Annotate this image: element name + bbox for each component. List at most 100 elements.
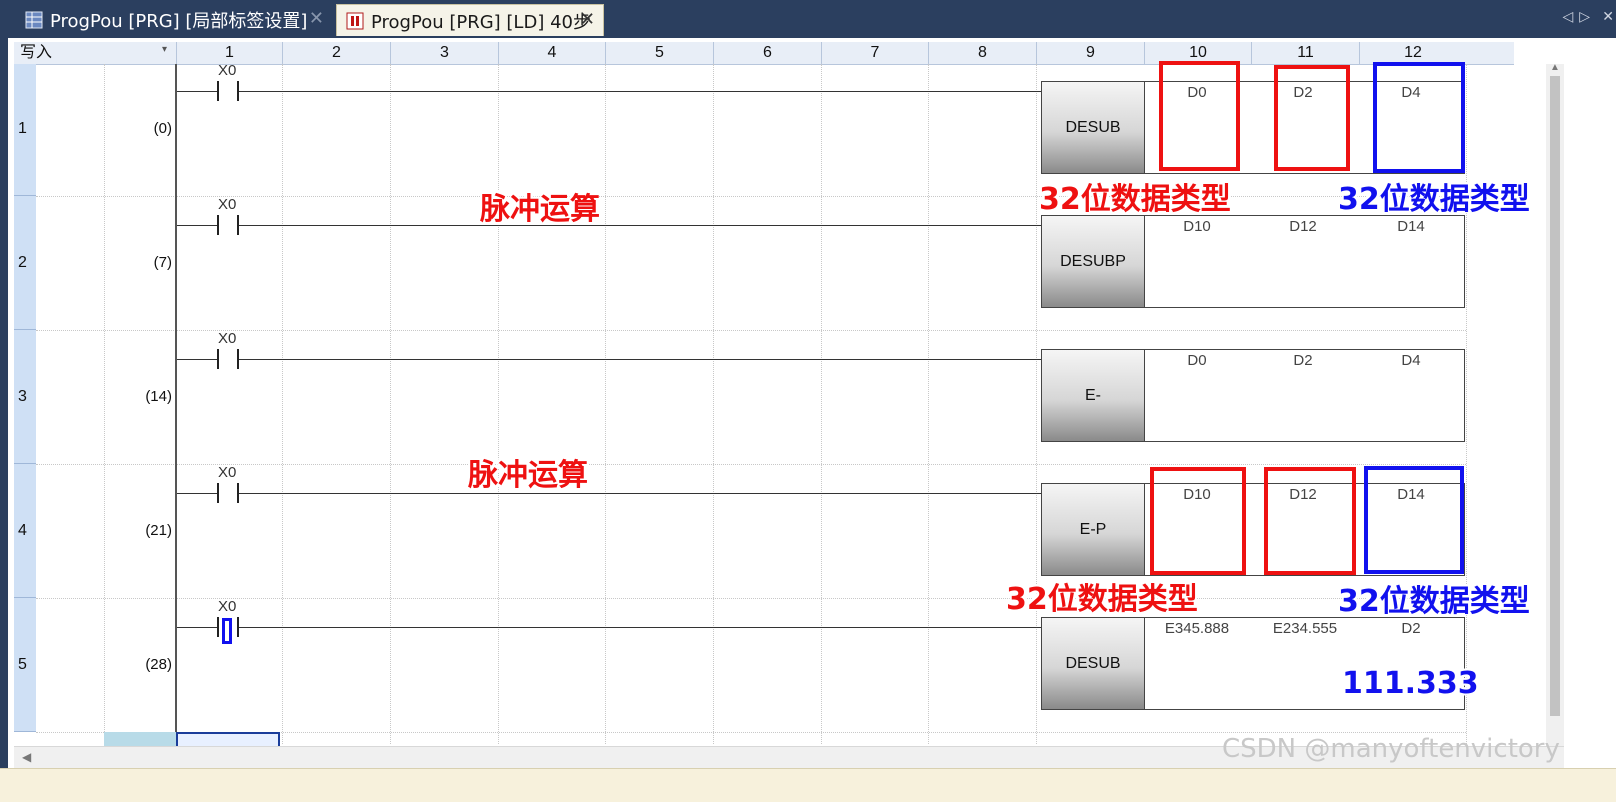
operand: E345.888 [1164, 620, 1230, 637]
step-number: (0) [153, 120, 172, 137]
chevron-down-icon[interactable]: ▾ [162, 44, 167, 55]
grid-line [36, 330, 1466, 331]
step-number: (7) [153, 254, 172, 271]
operand: D10 [1183, 218, 1211, 235]
rung-wire [177, 359, 217, 360]
contact-label: X0 [218, 196, 237, 213]
edit-cursor[interactable] [176, 732, 280, 746]
row-header[interactable]: 1 [14, 64, 36, 196]
grid-line [605, 64, 606, 744]
column-header: 3 [390, 42, 498, 64]
scroll-up-icon[interactable]: ▲ [1550, 62, 1560, 73]
rung-wire [177, 91, 217, 92]
power-rail [175, 64, 177, 732]
operand: E234.555 [1272, 620, 1338, 637]
instruction-name: DESUBP [1042, 216, 1145, 307]
grid-line [36, 196, 1466, 197]
status-strip [0, 768, 1616, 802]
data-type-annotation: 32位数据类型 [1006, 582, 1198, 617]
annotation-box-red [1150, 467, 1246, 575]
grid-line [713, 64, 714, 744]
tab-label: ProgPou [PRG] [局部标签设置] [50, 11, 308, 32]
step-number: (28) [145, 656, 172, 673]
operand: D4 [1401, 352, 1421, 369]
normally-open-contact[interactable] [217, 81, 239, 101]
rung-wire [239, 627, 1041, 628]
annotation-box-red [1274, 65, 1350, 171]
cursor-row-highlight [104, 732, 176, 746]
operand: D14 [1397, 218, 1425, 235]
column-header: 9 [1036, 42, 1144, 64]
column-header: 7 [821, 42, 928, 64]
rung-wire [239, 359, 1041, 360]
ladder-icon [345, 11, 365, 31]
normally-open-contact[interactable] [217, 483, 239, 503]
operand: D12 [1289, 218, 1317, 235]
watermark: CSDN @manyoftenvictory [1222, 734, 1560, 764]
rung-wire [177, 493, 217, 494]
rung-wire [239, 225, 1041, 226]
instruction-name: DESUB [1042, 618, 1145, 709]
column-header: 8 [928, 42, 1036, 64]
row-header[interactable]: 3 [14, 330, 36, 464]
pulse-operation-annotation: 脉冲运算 [480, 192, 600, 227]
normally-open-contact[interactable] [217, 349, 239, 369]
operand: D2 [1293, 352, 1313, 369]
close-icon[interactable]: ✕ [580, 9, 595, 30]
close-icon[interactable]: ✕ [309, 8, 324, 29]
row-header[interactable]: 4 [14, 464, 36, 598]
data-type-annotation: 32位数据类型 [1338, 182, 1530, 217]
data-type-annotation: 32位数据类型 [1039, 182, 1231, 217]
tab-label: ProgPou [PRG] [LD] 40步 [371, 11, 591, 33]
step-number: (21) [145, 522, 172, 539]
grid-line [1036, 64, 1037, 744]
scrollbar-thumb[interactable] [1550, 76, 1560, 716]
chevron-left-icon[interactable]: ◁ [1562, 8, 1579, 24]
rung-wire [177, 627, 217, 628]
close-window-icon[interactable]: ✕ [1602, 8, 1614, 25]
column-header: 1 [176, 42, 282, 64]
contact-label: X0 [218, 598, 237, 615]
annotation-box-red [1264, 467, 1356, 575]
grid-line [36, 598, 1466, 599]
grid-line [498, 64, 499, 744]
tab-local-label-settings[interactable]: ProgPou [PRG] [局部标签设置] ✕ [16, 4, 332, 36]
tab-navigation[interactable]: ◁▷ [1562, 8, 1596, 25]
grid-line [928, 64, 929, 744]
annotation-box-red [1159, 61, 1240, 171]
selection-highlight [222, 618, 232, 644]
normally-open-contact[interactable] [217, 215, 239, 235]
grid-line [390, 64, 391, 744]
row-header[interactable]: 5 [14, 598, 36, 732]
annotation-box-blue [1373, 62, 1465, 173]
column-header: 12 [1359, 42, 1466, 64]
instruction-block[interactable]: E- D0 D2 D4 [1041, 349, 1465, 442]
column-header: 6 [713, 42, 821, 64]
rung-wire [239, 91, 1041, 92]
edit-mode-label[interactable]: 写入 [14, 42, 176, 64]
grid-line [1466, 64, 1467, 744]
instruction-name: DESUB [1042, 82, 1145, 173]
document-tab-bar: ProgPou [PRG] [局部标签设置] ✕ ProgPou [PRG] [… [0, 0, 1616, 38]
tab-ladder-program[interactable]: ProgPou [PRG] [LD] 40步 ✕ [336, 4, 604, 36]
operand: D2 [1401, 620, 1421, 637]
instruction-block[interactable]: DESUBP D10 D12 D14 [1041, 215, 1465, 308]
annotation-box-blue [1364, 466, 1464, 574]
column-header: 5 [605, 42, 713, 64]
step-number: (14) [145, 388, 172, 405]
row-header[interactable]: 2 [14, 196, 36, 330]
pulse-operation-annotation: 脉冲运算 [468, 458, 588, 493]
instruction-name: E-P [1042, 484, 1145, 575]
contact-label: X0 [218, 62, 237, 79]
scroll-left-icon[interactable]: ◀ [22, 750, 31, 764]
column-header: 11 [1251, 42, 1359, 64]
grid-line [821, 64, 822, 744]
rung-wire [239, 493, 1041, 494]
table-icon [24, 10, 44, 30]
contact-label: X0 [218, 330, 237, 347]
grid-line [36, 464, 1466, 465]
contact-label: X0 [218, 464, 237, 481]
chevron-right-icon[interactable]: ▷ [1579, 8, 1596, 24]
vertical-scrollbar[interactable]: ▲ [1546, 62, 1564, 746]
grid-line [282, 64, 283, 744]
